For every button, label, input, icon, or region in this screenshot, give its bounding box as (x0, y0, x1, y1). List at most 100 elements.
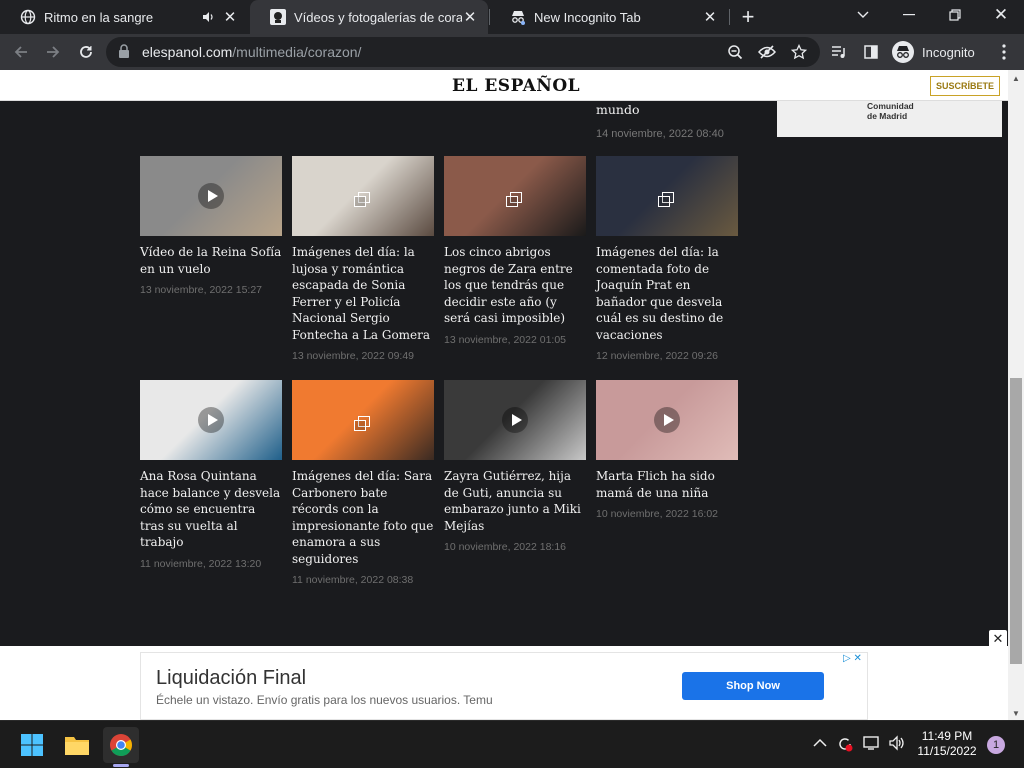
article-thumbnail[interactable] (596, 156, 738, 236)
back-arrow-icon[interactable] (9, 40, 33, 64)
article-thumbnail[interactable] (444, 156, 586, 236)
globe-icon (20, 9, 36, 25)
top-ad-text: Comunidad de Madrid (867, 101, 914, 121)
article-date: 13 noviembre, 2022 01:05 (444, 333, 567, 346)
article-date: 11 noviembre, 2022 08:38 (292, 574, 414, 586)
lock-icon[interactable] (118, 44, 132, 60)
article-card[interactable]: Los cinco abrigos negros de Zara entre l… (444, 156, 586, 346)
subscribe-button[interactable]: SUSCRÍBETE (930, 76, 1000, 96)
menu-dots-icon[interactable] (992, 40, 1016, 64)
new-tab-button[interactable]: + (736, 4, 760, 29)
tab-title: Vídeos y fotogalerías de corazon (294, 9, 462, 25)
article-date: 12 noviembre, 2022 09:26 (596, 350, 719, 362)
site-header: EL ESPAÑOL SUSCRÍBETE (0, 70, 1008, 101)
article-title[interactable]: Imágenes del día: Sara Carbonero bate ré… (292, 468, 434, 567)
article-title[interactable]: Ana Rosa Quintana hace balance y desvela… (140, 468, 282, 551)
browser-toolbar: elespanol.com/multimedia/corazon/ Incogn… (0, 34, 1024, 70)
gallery-icon (354, 416, 370, 431)
close-tab-icon[interactable]: ✕ (702, 9, 718, 26)
article-card[interactable]: Imágenes del día: la comentada foto de J… (596, 156, 738, 362)
ad-title: Liquidación Final (156, 667, 307, 689)
tab-title: Ritmo en la sangre (44, 9, 154, 25)
taskbar-clock[interactable]: 11:49 PM 11/15/2022 (912, 729, 982, 759)
speaker-icon[interactable] (200, 9, 216, 25)
top-ad-banner[interactable]: Comunidad de Madrid (777, 101, 1002, 137)
tab-separator (729, 9, 730, 25)
forward-arrow-icon[interactable] (41, 40, 65, 64)
previous-article-date: 14 noviembre, 2022 08:40 (596, 128, 724, 140)
eye-off-icon[interactable] (755, 40, 779, 64)
shop-now-button[interactable]: Shop Now (682, 672, 824, 700)
notification-badge[interactable]: 1 (987, 736, 1005, 754)
play-icon (654, 407, 680, 433)
zoom-out-icon[interactable] (723, 40, 747, 64)
close-window-button[interactable]: ✕ (978, 0, 1024, 30)
windows-start-icon[interactable] (14, 727, 50, 763)
article-thumbnail[interactable] (292, 156, 434, 236)
incognito-profile-button[interactable]: Incognito (888, 39, 986, 65)
article-title[interactable]: Imágenes del día: la comentada foto de J… (596, 244, 738, 343)
tab-ritmo[interactable]: Ritmo en la sangre ✕ (0, 0, 248, 34)
ad-box[interactable]: ▷ ✕ Liquidación Final Échele un vistazo.… (140, 652, 868, 720)
article-card[interactable]: Imágenes del día: la lujosa y romántica … (292, 156, 434, 362)
play-icon (198, 183, 224, 209)
article-card[interactable]: Ana Rosa Quintana hace balance y desvela… (140, 380, 282, 570)
minimize-button[interactable] (886, 0, 932, 30)
article-title[interactable]: Vídeo de la Reina Sofía en un vuelo (140, 244, 282, 277)
chrome-taskbar-icon[interactable] (103, 727, 139, 763)
article-card[interactable]: Vídeo de la Reina Sofía en un vuelo 13 no… (140, 156, 282, 296)
previous-article-title[interactable]: mundo (596, 102, 639, 117)
network-icon[interactable] (863, 735, 881, 754)
elespanol-favicon-icon (270, 9, 286, 25)
incognito-label: Incognito (922, 44, 975, 60)
clock-time: 11:49 PM (921, 729, 973, 743)
gallery-icon (658, 192, 674, 207)
side-panel-icon[interactable] (859, 40, 883, 64)
close-ad-icon[interactable]: ✕ (989, 630, 1007, 647)
article-title[interactable]: Los cinco abrigos negros de Zara entre l… (444, 244, 586, 327)
media-controls-icon[interactable] (827, 40, 851, 64)
show-hidden-icons-icon[interactable] (813, 735, 827, 751)
close-tab-icon[interactable]: ✕ (222, 9, 238, 26)
article-thumbnail[interactable] (140, 156, 282, 236)
gallery-icon (354, 192, 370, 207)
volume-icon[interactable] (888, 735, 906, 754)
incognito-avatar-icon (892, 41, 914, 63)
bookmark-star-icon[interactable] (787, 40, 811, 64)
ad-choices-icon[interactable]: ▷ ✕ (843, 653, 862, 664)
active-app-indicator (113, 764, 129, 767)
tab-search-icon[interactable] (840, 0, 886, 30)
web-page: EL ESPAÑOL SUSCRÍBETE Comunidad de Madri… (0, 70, 1008, 720)
scrollbar-thumb[interactable] (1010, 378, 1022, 664)
site-logo[interactable]: EL ESPAÑOL (452, 76, 580, 96)
article-title[interactable]: Marta Flich ha sido mamá de una niña (596, 468, 738, 501)
article-date: 10 noviembre, 2022 16:02 (596, 508, 719, 520)
tab-incognito[interactable]: New Incognito Tab ✕ (490, 0, 728, 34)
article-card[interactable]: Marta Flich ha sido mamá de una niña 10 n… (596, 380, 738, 520)
address-bar[interactable]: elespanol.com/multimedia/corazon/ (106, 37, 820, 67)
article-title[interactable]: Zayra Gutiérrez, hija de Guti, anuncia s… (444, 468, 586, 534)
article-title[interactable]: Imágenes del día: la lujosa y romántica … (292, 244, 434, 343)
scroll-down-arrow-icon[interactable]: ▼ (1012, 709, 1020, 718)
close-tab-icon[interactable]: ✕ (462, 9, 478, 26)
play-icon (198, 407, 224, 433)
play-icon (502, 407, 528, 433)
windows-taskbar: 11:49 PM 11/15/2022 1 (0, 720, 1024, 768)
file-explorer-icon[interactable] (59, 727, 95, 763)
article-thumbnail[interactable] (292, 380, 434, 460)
scroll-up-arrow-icon[interactable]: ▲ (1012, 74, 1020, 83)
page-scrollbar[interactable]: ▲ ▼ (1008, 70, 1024, 720)
article-card[interactable]: Imágenes del día: Sara Carbonero bate ré… (292, 380, 434, 586)
tab-strip: Ritmo en la sangre ✕ Vídeos y fotogalerí… (0, 0, 1024, 34)
article-thumbnail[interactable] (596, 380, 738, 460)
article-card[interactable]: Zayra Gutiérrez, hija de Guti, anuncia s… (444, 380, 586, 553)
article-thumbnail[interactable] (140, 380, 282, 460)
article-thumbnail[interactable] (444, 380, 586, 460)
sync-alert-icon[interactable] (836, 735, 854, 756)
restore-button[interactable] (932, 0, 978, 30)
reload-icon[interactable] (74, 40, 98, 64)
gallery-icon (506, 192, 522, 207)
tab-elespanol[interactable]: Vídeos y fotogalerías de corazon ✕ (250, 0, 488, 34)
url-path: /multimedia/corazon/ (232, 44, 362, 60)
tab-title: New Incognito Tab (534, 9, 641, 25)
